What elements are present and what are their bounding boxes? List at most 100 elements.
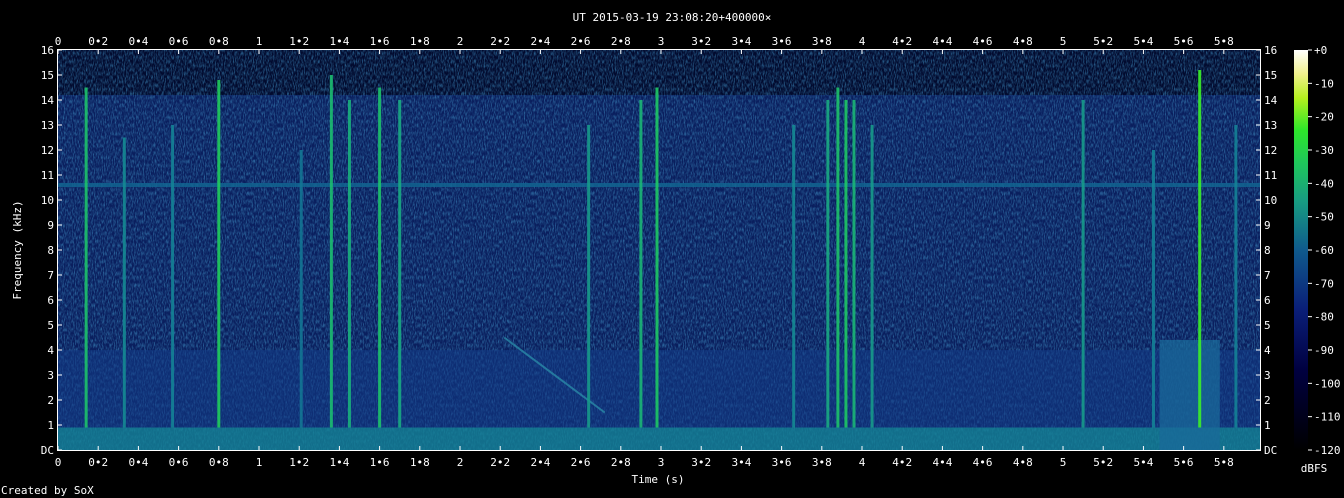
y-tick-label-right: 11 xyxy=(1264,169,1277,182)
y-tick-label-right: 9 xyxy=(1264,219,1271,232)
x-tick-label-top: 3•4 xyxy=(731,35,751,48)
x-tick-label-bottom: 5•4 xyxy=(1133,456,1153,469)
x-tick-label-bottom: 4•6 xyxy=(973,456,993,469)
x-tick-label-top: 1•8 xyxy=(410,35,430,48)
colorbar-label: dBFS xyxy=(1301,462,1328,475)
chart-title: UT 2015-03-19 23:08:20+400000× xyxy=(573,11,772,24)
transient-line xyxy=(1081,100,1085,428)
x-tick-label-top: 1 xyxy=(256,35,263,48)
credit-text: Created by SoX xyxy=(1,484,94,497)
transient-line xyxy=(217,80,221,428)
x-tick-label-bottom: 5•6 xyxy=(1174,456,1194,469)
y-tick-label-left: 9 xyxy=(47,219,54,232)
spectrogram-plot xyxy=(58,50,1260,450)
y-tick-label-right: 15 xyxy=(1264,69,1277,82)
x-tick-label-bottom: 5 xyxy=(1060,456,1067,469)
colorbar-tick-label: -30 xyxy=(1314,144,1334,157)
tone-line xyxy=(58,183,1260,187)
x-tick-label-top: 4•2 xyxy=(892,35,912,48)
x-tick-label-top: 5•8 xyxy=(1214,35,1234,48)
colorbar-ticks: +0 -10 -20 -30 -40 -50 -60 -70 -80 -90 -100 -110 -12… xyxy=(1308,44,1341,457)
transient-line xyxy=(398,100,402,428)
colorbar-tick-label: +0 xyxy=(1314,44,1327,57)
x-tick-label-top: 1•6 xyxy=(370,35,390,48)
colorbar-tick-label: -50 xyxy=(1314,211,1334,224)
y-tick-label-left: DC xyxy=(41,444,54,457)
y-tick-label-left: 2 xyxy=(47,394,54,407)
colorbar-tick-label: -80 xyxy=(1314,311,1334,324)
colorbar-tick-label: -100 xyxy=(1314,377,1341,390)
transient-line xyxy=(639,100,643,428)
x-tick-label-top: 0•8 xyxy=(209,35,229,48)
x-tick-label-top: 0 xyxy=(55,35,62,48)
x-tick-label-top: 3•8 xyxy=(812,35,832,48)
y-tick-label-left: 6 xyxy=(47,294,54,307)
colorbar-tick-label: -20 xyxy=(1314,111,1334,124)
x-tick-label-top: 0•6 xyxy=(169,35,189,48)
x-tick-label-bottom: 3•8 xyxy=(812,456,832,469)
y-tick-label-right: 7 xyxy=(1264,269,1271,282)
transient-line xyxy=(587,125,591,428)
x-tick-label-bottom: 3•2 xyxy=(691,456,711,469)
x-tick-label-bottom: 3 xyxy=(658,456,665,469)
x-tick-label-top: 2•8 xyxy=(611,35,631,48)
low-energy-region xyxy=(58,350,1260,428)
y-tick-label-right: 2 xyxy=(1264,394,1271,407)
x-tick-label-top: 0•4 xyxy=(128,35,148,48)
y-tick-label-left: 4 xyxy=(47,344,54,357)
transient-line xyxy=(844,100,848,428)
transient-line xyxy=(792,125,796,428)
x-axis-label: Time (s) xyxy=(632,473,685,486)
x-tick-label-top: 3•6 xyxy=(772,35,792,48)
y-tick-label-left: 13 xyxy=(41,119,54,132)
x-tick-label-bottom: 0•4 xyxy=(128,456,148,469)
x-tick-label-bottom: 3•4 xyxy=(731,456,751,469)
y-tick-label-right: 1 xyxy=(1264,419,1271,432)
transient-line xyxy=(836,87,840,428)
x-tick-label-bottom: 3•6 xyxy=(772,456,792,469)
x-tick-label-top: 4 xyxy=(859,35,866,48)
transient-line xyxy=(171,125,175,428)
x-tick-label-top: 5•4 xyxy=(1133,35,1153,48)
x-tick-label-bottom: 1•4 xyxy=(329,456,349,469)
x-tick-label-top: 2•4 xyxy=(530,35,550,48)
transient-line xyxy=(1198,70,1202,428)
x-tick-label-bottom: 0•8 xyxy=(209,456,229,469)
x-tick-label-top: 3•2 xyxy=(691,35,711,48)
y-tick-label-left: 12 xyxy=(41,144,54,157)
x-tick-label-bottom: 1•8 xyxy=(410,456,430,469)
transient-line xyxy=(1234,125,1238,428)
y-tick-label-right: 8 xyxy=(1264,244,1271,257)
x-tick-label-top: 5•6 xyxy=(1174,35,1194,48)
x-tick-label-bottom: 4•2 xyxy=(892,456,912,469)
x-tick-label-top: 4•8 xyxy=(1013,35,1033,48)
colorbar-tick-label: -110 xyxy=(1314,411,1341,424)
x-tick-label-bottom: 2•4 xyxy=(530,456,550,469)
x-tick-label-bottom: 5•2 xyxy=(1093,456,1113,469)
x-tick-label-bottom: 4 xyxy=(859,456,866,469)
y-tick-label-right: 5 xyxy=(1264,319,1271,332)
x-tick-label-top: 2•2 xyxy=(490,35,510,48)
x-tick-label-top: 1•2 xyxy=(289,35,309,48)
colorbar-tick-label: -40 xyxy=(1314,177,1334,190)
y-tick-label-left: 11 xyxy=(41,169,54,182)
x-tick-label-bottom: 1 xyxy=(256,456,263,469)
x-tick-label-bottom: 0•2 xyxy=(88,456,108,469)
colorbar-tick-label: -120 xyxy=(1314,444,1341,457)
y-tick-label-left: 8 xyxy=(47,244,54,257)
burst-region xyxy=(1159,340,1220,450)
y-tick-label-right: 3 xyxy=(1264,369,1271,382)
colorbar-tick-label: -90 xyxy=(1314,344,1334,357)
x-tick-label-top: 2•6 xyxy=(571,35,591,48)
x-tick-label-bottom: 2•2 xyxy=(490,456,510,469)
y-tick-label-right: DC xyxy=(1264,444,1277,457)
x-tick-label-top: 4•4 xyxy=(932,35,952,48)
x-tick-label-bottom: 1•2 xyxy=(289,456,309,469)
x-tick-label-top: 3 xyxy=(658,35,665,48)
colorbar-tick-label: -70 xyxy=(1314,277,1334,290)
transient-line xyxy=(299,150,303,428)
transient-line xyxy=(122,137,126,428)
y-tick-label-right: 12 xyxy=(1264,144,1277,157)
x-tick-label-bottom: 1•6 xyxy=(370,456,390,469)
colorbar xyxy=(1294,50,1308,450)
